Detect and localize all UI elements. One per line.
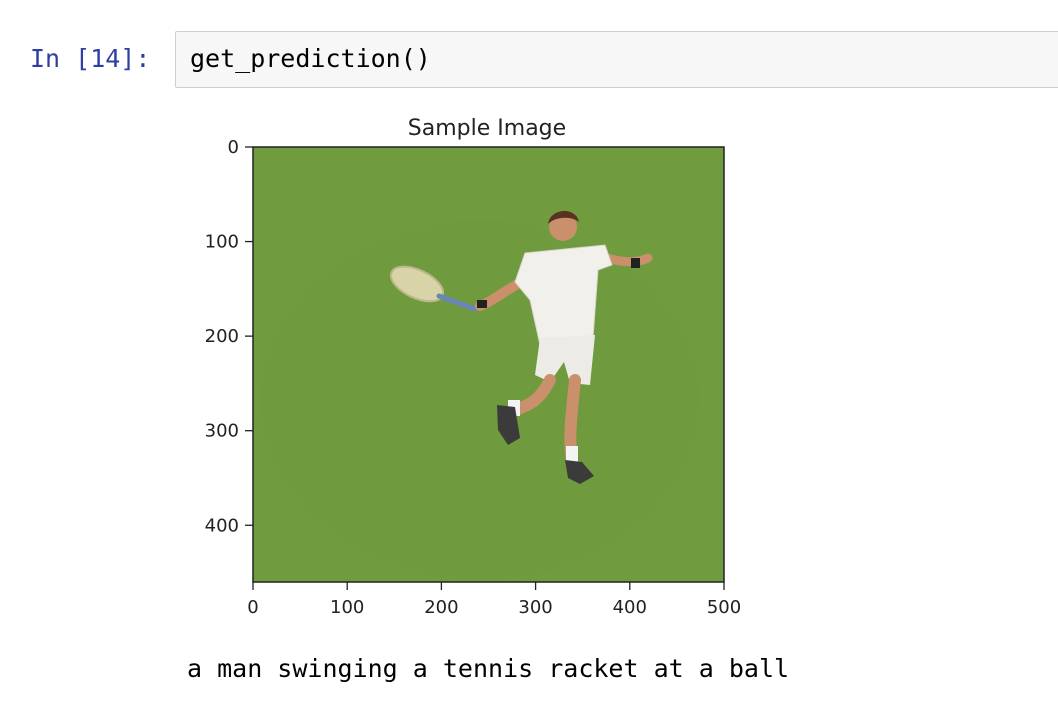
y-tick-label: 200 bbox=[205, 326, 239, 347]
x-tick-label: 500 bbox=[707, 597, 741, 618]
y-tick-label: 300 bbox=[205, 421, 239, 442]
left-wristband bbox=[477, 300, 487, 308]
y-tick-label: 400 bbox=[205, 515, 239, 536]
code-cell-input[interactable]: get_prediction() bbox=[175, 31, 1058, 88]
x-tick-label: 200 bbox=[424, 597, 458, 618]
x-tick-label: 300 bbox=[518, 597, 552, 618]
y-tick-label: 100 bbox=[205, 232, 239, 253]
x-axis: 0 100 200 300 400 500 bbox=[247, 582, 741, 618]
input-prompt: In [14]: bbox=[30, 44, 151, 73]
y-tick-label: 0 bbox=[228, 137, 239, 158]
y-axis: 0 100 200 300 400 bbox=[205, 137, 253, 536]
output-figure: Sample Image 0 100 200 300 400 500 0 100… bbox=[180, 100, 780, 640]
image-area bbox=[252, 146, 725, 583]
court-shade bbox=[260, 220, 700, 580]
x-tick-label: 0 bbox=[247, 597, 258, 618]
x-tick-label: 100 bbox=[330, 597, 364, 618]
front-sock bbox=[566, 446, 578, 462]
x-tick-label: 400 bbox=[613, 597, 647, 618]
prediction-caption: a man swinging a tennis racket at a ball bbox=[187, 654, 790, 683]
figure-svg: Sample Image 0 100 200 300 400 500 01002… bbox=[205, 116, 742, 618]
code-text: get_prediction() bbox=[190, 44, 431, 73]
figure-title: Sample Image bbox=[408, 116, 566, 141]
right-wristband bbox=[631, 258, 640, 268]
